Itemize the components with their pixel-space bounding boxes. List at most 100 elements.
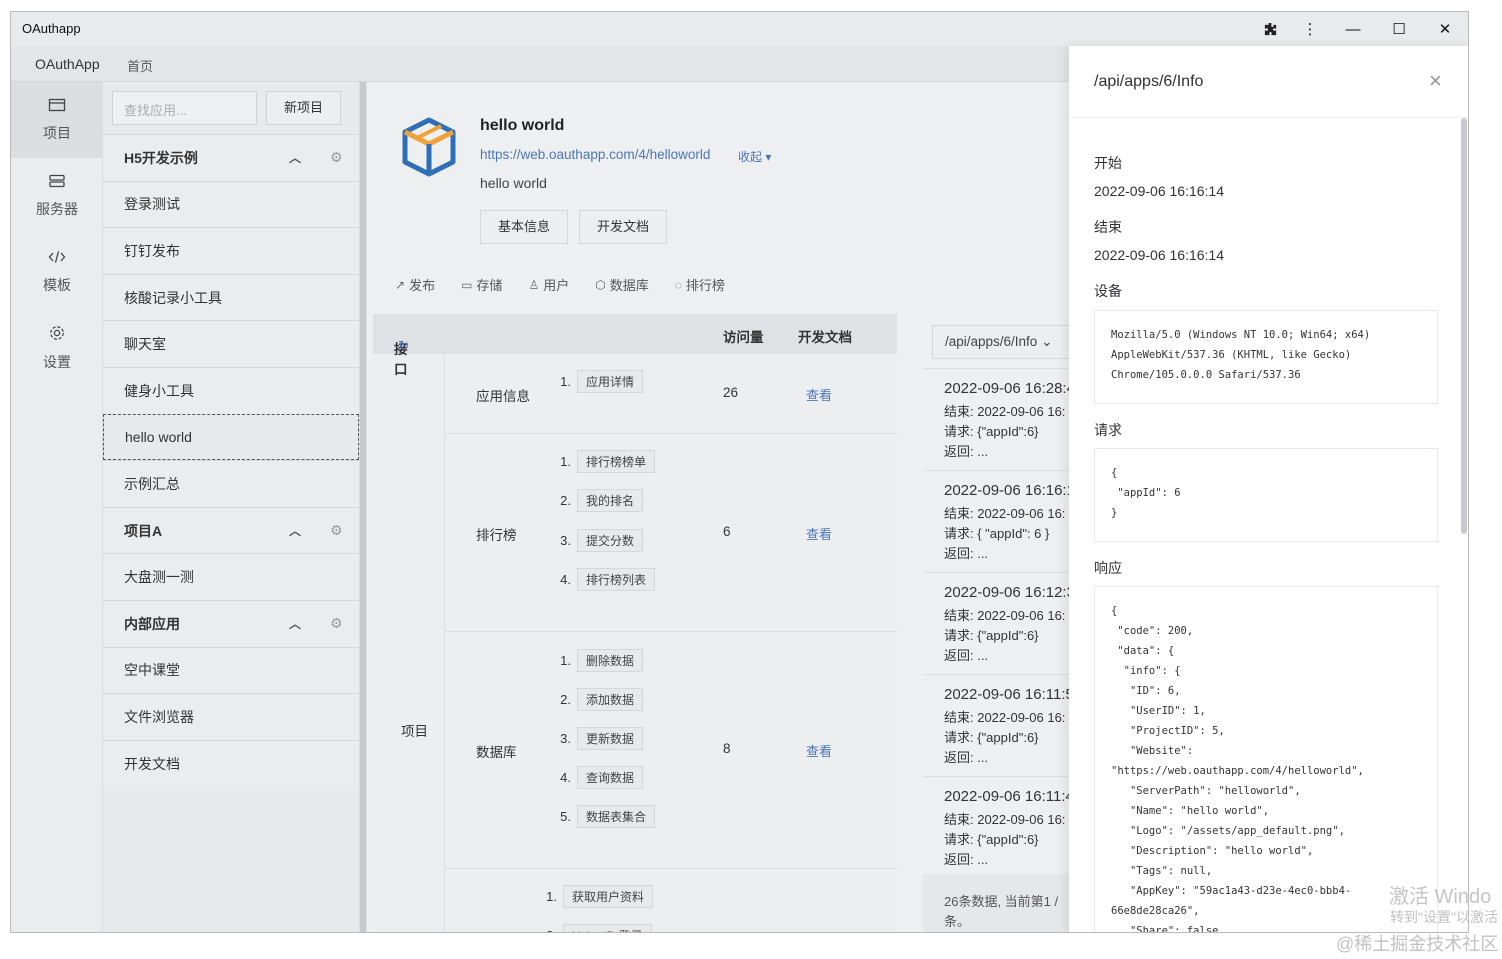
close-icon[interactable]: ×: [1429, 68, 1442, 94]
chevron-up-icon[interactable]: ︿: [289, 522, 301, 539]
brand-link[interactable]: OAuthApp: [35, 56, 100, 72]
log-end: 结束: 2022-09-06 16:: [944, 812, 1066, 827]
list-item[interactable]: 聊天室: [103, 320, 359, 367]
endpoint[interactable]: 1. 删除数据: [555, 649, 644, 672]
tab-users[interactable]: ♙ 用户: [528, 275, 569, 294]
list-item[interactable]: 空中课堂: [103, 646, 359, 694]
api-table: 接口 ↻ 访问量 开发文档 项目 应用信息 1. 应用详情 26 查看 排行榜 1.…: [373, 314, 897, 932]
list-item[interactable]: 核酸记录小工具: [103, 273, 359, 321]
endpoint[interactable]: 4. 查询数据: [555, 766, 644, 789]
tab-publish[interactable]: ↗ 发布: [395, 275, 435, 294]
list-item[interactable]: 文件浏览器: [103, 693, 359, 740]
log-entry[interactable]: 2022-09-06 16:28:4 结束: 2022-09-06 16: 请求…: [923, 368, 1069, 470]
table-row: 1. 获取用户资料 2. UnionID 登录: [445, 869, 897, 932]
endpoint-tag: 获取用户资料: [563, 885, 654, 908]
list-item-selected[interactable]: hello world: [103, 413, 359, 461]
endpoint[interactable]: 3. 更新数据: [555, 727, 644, 750]
endpoint[interactable]: 5. 数据表集合: [555, 805, 656, 828]
app-url-link[interactable]: https://web.oauthapp.com/4/helloworld: [480, 147, 710, 162]
endpoint[interactable]: 1. 应用详情: [555, 370, 644, 393]
sidebar-item-label: 设置: [43, 354, 71, 370]
endpoint-number: 1.: [560, 653, 571, 668]
response-label: 响应: [1094, 560, 1122, 576]
endpoint[interactable]: 1. 获取用户资料: [541, 885, 654, 908]
app-search-input[interactable]: 查找应用...: [112, 91, 257, 125]
endpoint[interactable]: 3. 提交分数: [555, 529, 644, 552]
endpoint-tag: 添加数据: [577, 688, 644, 711]
chevron-up-icon[interactable]: ︿: [289, 615, 301, 632]
tab-storage[interactable]: ▭ 存储: [461, 275, 502, 294]
collapse-label: 收起: [738, 150, 763, 164]
app-list-scrollbar[interactable]: [359, 82, 367, 932]
home-link[interactable]: 首页: [127, 56, 153, 75]
pagination-line: 条。: [944, 914, 971, 929]
code-icon: [48, 249, 66, 269]
log-entry[interactable]: 2022-09-06 16:12:3 结束: 2022-09-06 16: 请求…: [923, 572, 1069, 674]
sidebar-item-label: 项目: [43, 125, 71, 141]
minimize-button[interactable]: —: [1330, 12, 1376, 46]
tab-database[interactable]: ⬡ 数据库: [595, 275, 649, 294]
group-header[interactable]: H5开发示例 ︿ ⚙: [103, 134, 359, 181]
maximize-button[interactable]: ☐: [1376, 12, 1422, 46]
list-item[interactable]: 登录测试: [103, 180, 359, 228]
drawer-scrollbar[interactable]: [1461, 118, 1467, 534]
puzzle-icon[interactable]: [1250, 12, 1290, 46]
collapse-toggle[interactable]: 收起 ▾: [738, 148, 771, 165]
endpoint[interactable]: 2. UnionID 登录: [541, 924, 652, 932]
endpoint[interactable]: 4. 排行榜列表: [555, 568, 656, 591]
view-docs-link[interactable]: 查看: [806, 385, 832, 404]
more-menu-icon[interactable]: ⋮: [1290, 12, 1330, 46]
gear-icon[interactable]: ⚙: [330, 615, 343, 632]
group-header[interactable]: 项目A ︿ ⚙: [103, 506, 359, 554]
scrollbar-thumb[interactable]: [360, 82, 366, 932]
endpoint[interactable]: 2. 我的排名: [555, 489, 644, 512]
top-nav: OAuthApp 首页: [11, 46, 1069, 82]
app-box-logo: [402, 117, 456, 177]
close-window-button[interactable]: ✕: [1422, 12, 1468, 46]
project-cell: 项目: [373, 354, 445, 932]
cube-icon: ⬡: [595, 277, 606, 292]
sidebar-item-templates[interactable]: 模板: [11, 234, 103, 310]
list-item[interactable]: 钉钉发布: [103, 227, 359, 274]
group-header[interactable]: 内部应用 ︿ ⚙: [103, 599, 359, 647]
log-entry[interactable]: 2022-09-06 16:11:4 结束: 2022-09-06 16: 请求…: [923, 776, 1069, 878]
sidebar-item-label: 模板: [43, 277, 71, 293]
group-name: H5开发示例: [124, 149, 198, 166]
endpoint[interactable]: 2. 添加数据: [555, 688, 644, 711]
endpoint[interactable]: 1. 排行榜榜单: [555, 450, 656, 473]
log-request: 请求: {"appId":6}: [944, 730, 1039, 745]
tab-label: 数据库: [609, 278, 649, 293]
refresh-icon[interactable]: ↻: [398, 338, 409, 354]
title-bar: OAuthapp ⋮ — ☐ ✕: [11, 12, 1468, 46]
endpoint-number: 4.: [560, 770, 571, 785]
log-end: 结束: 2022-09-06 16:: [944, 506, 1066, 521]
basic-info-button[interactable]: 基本信息: [480, 210, 568, 244]
log-return: 返回: ...: [944, 546, 989, 561]
sidebar-item-projects[interactable]: 项目: [11, 82, 103, 158]
new-project-button[interactable]: 新项目: [266, 91, 341, 125]
endpoint-number: 1.: [560, 374, 571, 389]
gear-icon[interactable]: ⚙: [330, 149, 343, 166]
tab-leaderboard[interactable]: ◌ 排行榜: [675, 275, 725, 294]
sidebar-item-servers[interactable]: 服务器: [11, 158, 103, 234]
log-entry[interactable]: 2022-09-06 16:11:5 结束: 2022-09-06 16: 请求…: [923, 674, 1069, 776]
endpoint-number: 3.: [560, 731, 571, 746]
list-item[interactable]: 大盘测一测: [103, 553, 359, 600]
sidebar-item-settings[interactable]: 设置: [11, 310, 103, 386]
api-select[interactable]: /api/apps/6/Info ⌄: [932, 325, 1069, 359]
log-entry[interactable]: 2022-09-06 16:16:1 结束: 2022-09-06 16: 请求…: [923, 470, 1069, 572]
log-end: 结束: 2022-09-06 16:: [944, 608, 1066, 623]
list-item[interactable]: 示例汇总: [103, 460, 359, 507]
folder-icon: [48, 97, 66, 117]
log-request: 请求: {"appId":6}: [944, 832, 1039, 847]
chevron-up-icon[interactable]: ︿: [289, 149, 301, 166]
list-item[interactable]: 健身小工具: [103, 366, 359, 414]
list-item[interactable]: 开发文档: [103, 739, 359, 787]
dev-docs-button[interactable]: 开发文档: [579, 210, 667, 244]
view-docs-link[interactable]: 查看: [806, 741, 832, 760]
log-end: 结束: 2022-09-06 16:: [944, 710, 1066, 725]
view-docs-link[interactable]: 查看: [806, 524, 832, 543]
gear-icon[interactable]: ⚙: [330, 522, 343, 539]
log-return: 返回: ...: [944, 648, 989, 663]
col-visits: 访问量: [723, 330, 764, 345]
